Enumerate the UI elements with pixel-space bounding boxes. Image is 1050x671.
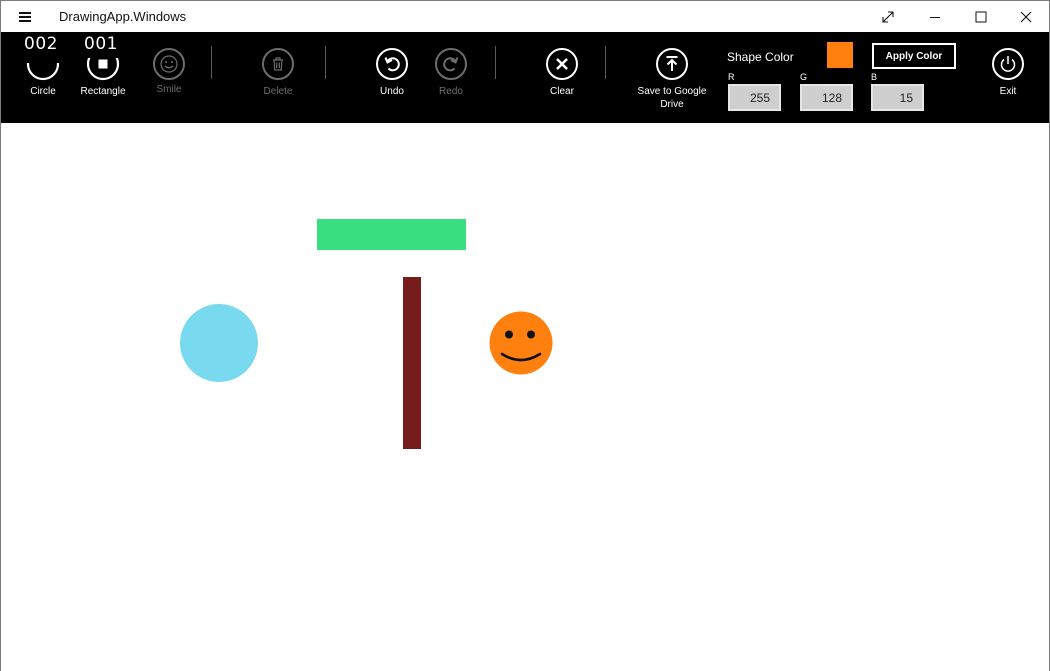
toolbar-separator [605, 46, 606, 79]
upload-icon [656, 48, 688, 80]
undo-icon [376, 48, 408, 80]
maximize-button[interactable] [958, 1, 1004, 32]
color-swatch [827, 42, 853, 68]
apply-color-button[interactable]: Apply Color [872, 43, 956, 69]
shape-rectangle-green[interactable] [317, 219, 466, 250]
blue-label: B [871, 72, 878, 82]
circle-count: 002 [24, 34, 58, 54]
delete-label: Delete [263, 86, 293, 97]
clear-button[interactable]: Clear [522, 32, 602, 123]
smile-icon [153, 48, 185, 80]
green-input[interactable]: 128 [800, 84, 853, 111]
exit-label: Exit [999, 86, 1017, 97]
green-label: G [800, 72, 808, 82]
command-bar: 002 Circle 001 Rectangle Smile Delete Un… [1, 32, 1049, 123]
delete-button[interactable]: Delete [238, 32, 318, 123]
app-title: DrawingApp.Windows [59, 9, 187, 24]
close-button[interactable] [1003, 1, 1049, 32]
clear-label: Clear [550, 86, 574, 97]
toolbar-separator [211, 46, 212, 79]
hamburger-menu-icon[interactable] [13, 7, 37, 27]
red-label: R [728, 72, 735, 82]
smile-label: Smile [156, 84, 182, 95]
save-label: Save to Google Drive [637, 86, 707, 110]
toolbar-separator [325, 46, 326, 79]
toolbar-separator [495, 46, 496, 79]
smile-button[interactable]: Smile [129, 32, 209, 123]
shape-smiley-orange[interactable] [489, 311, 553, 375]
redo-button[interactable]: Redo [411, 32, 491, 123]
minimize-button[interactable] [912, 1, 958, 32]
redo-icon [435, 48, 467, 80]
clear-x-icon [546, 48, 578, 80]
blue-input[interactable]: 15 [871, 84, 924, 111]
close-icon [1020, 11, 1032, 22]
shape-color-label: Shape Color [727, 50, 794, 64]
shape-circle-blue[interactable] [180, 304, 258, 382]
minimize-icon [930, 16, 940, 18]
exit-button[interactable]: Exit [968, 32, 1048, 123]
title-bar: DrawingApp.Windows [1, 1, 1049, 32]
rectangle-count: 001 [84, 34, 118, 54]
fullscreen-icon [882, 10, 894, 23]
shape-rectangle-maroon[interactable] [403, 277, 421, 449]
shape-color-panel: Shape Color Apply Color R G B 255 128 15 [727, 32, 967, 123]
redo-label: Redo [439, 86, 463, 97]
drawing-canvas[interactable] [1, 123, 1049, 671]
maximize-icon [975, 11, 987, 22]
red-input[interactable]: 255 [728, 84, 781, 111]
trash-icon [262, 48, 294, 80]
fullscreen-button[interactable] [865, 1, 911, 32]
power-icon [992, 48, 1024, 80]
save-to-drive-button[interactable]: Save to Google Drive [632, 32, 712, 123]
app-window: DrawingApp.Windows 002 Circle 001 Rectan… [0, 0, 1050, 671]
